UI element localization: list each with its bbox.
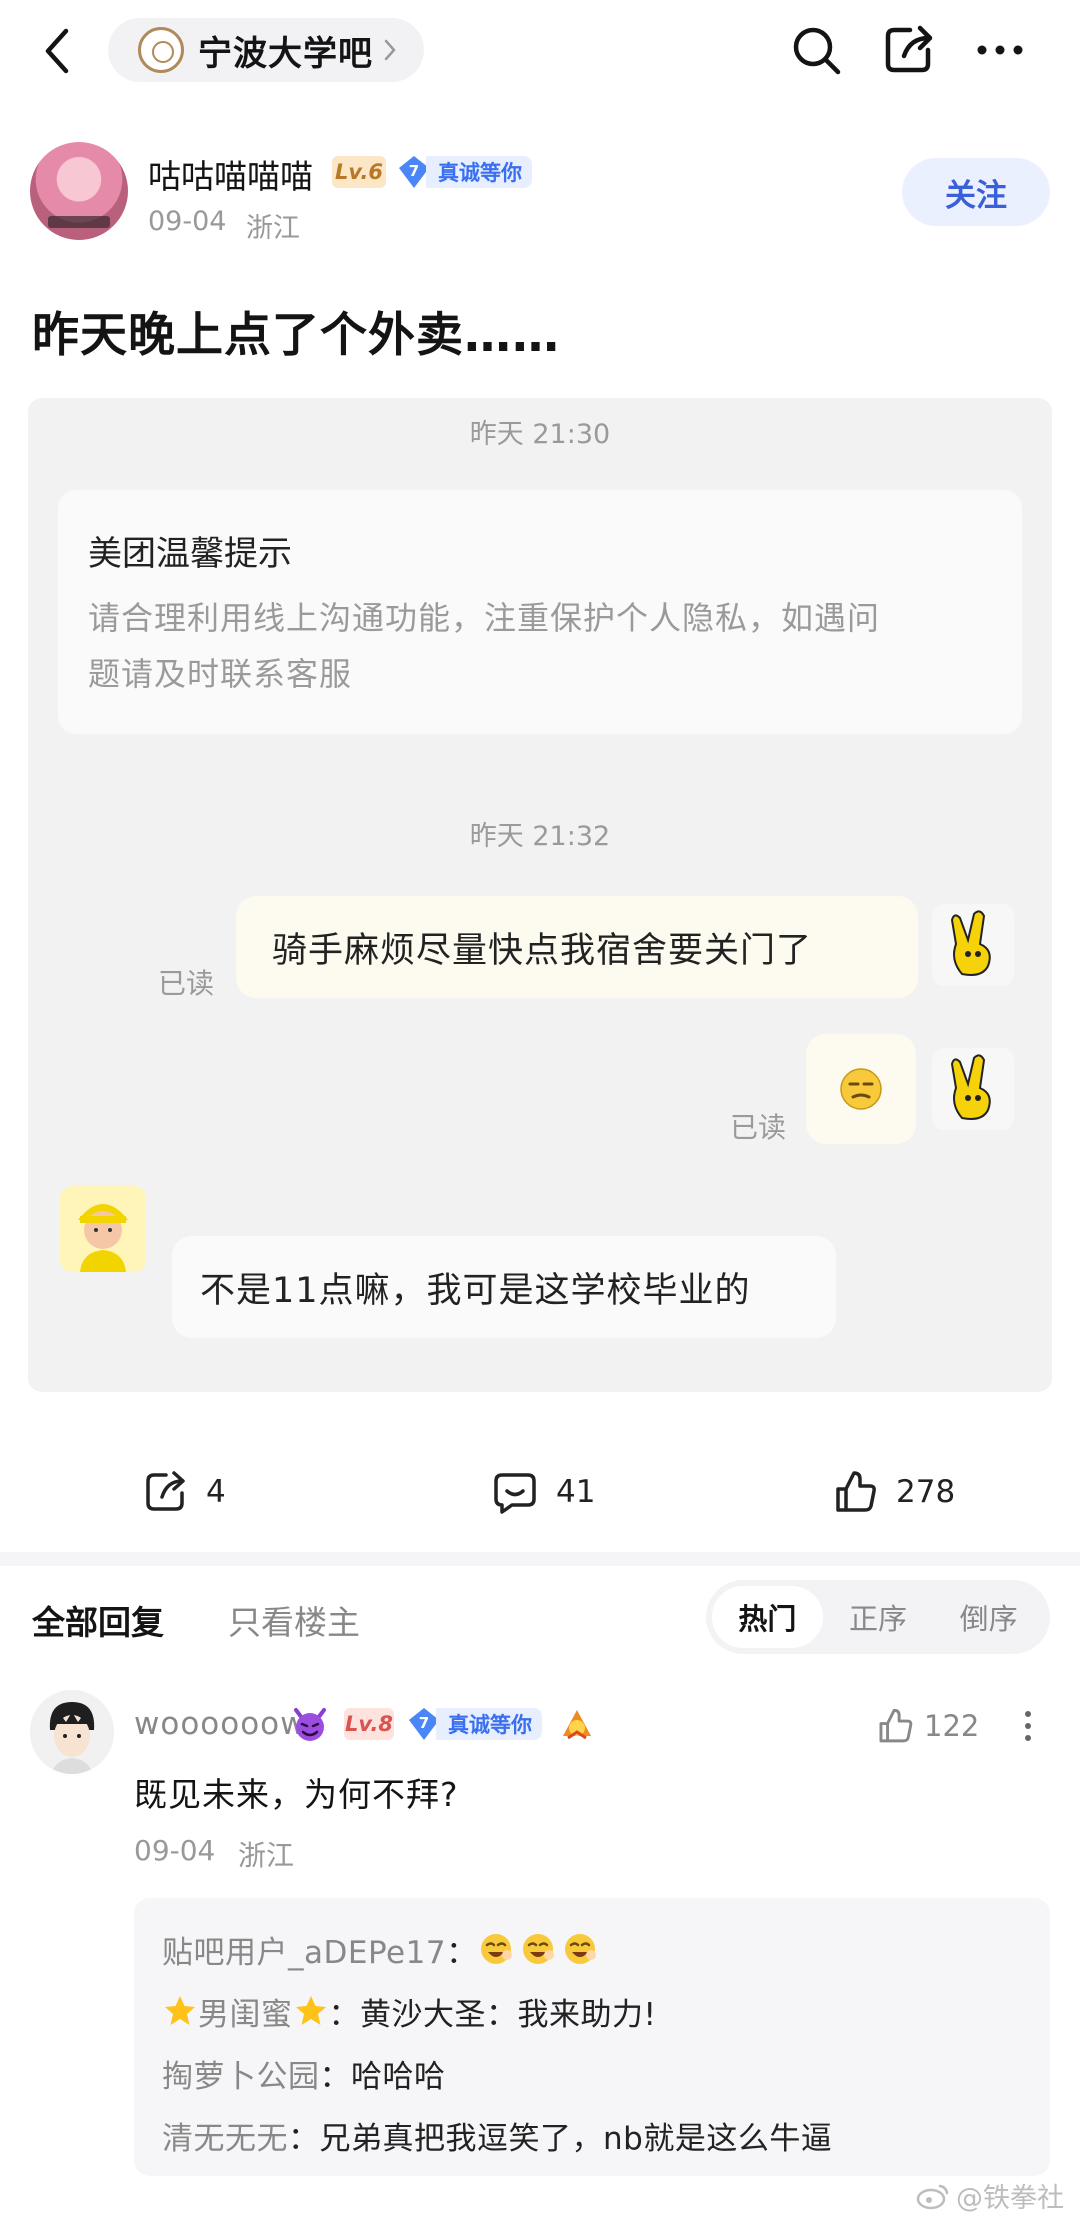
separator: ：: [288, 2120, 320, 2157]
share-icon[interactable]: [880, 22, 936, 78]
search-icon[interactable]: [788, 22, 844, 78]
rider-portrait-icon: [78, 1204, 128, 1272]
thumbs-up-icon: [879, 1708, 913, 1743]
star-icon: [295, 1996, 326, 2025]
devil-emoji-icon: [290, 1704, 330, 1744]
reply-like-count: 122: [924, 1709, 980, 1743]
comment-action[interactable]: 41: [492, 1466, 595, 1518]
back-arrow-icon[interactable]: [38, 25, 78, 77]
post-date: 09-04: [148, 206, 227, 237]
chat-emoji-message: [806, 1034, 916, 1144]
sincerity-badge: 7 真诚等你: [406, 1705, 542, 1743]
laughing-emoji-icon: [522, 1934, 554, 1964]
like-action[interactable]: 278: [832, 1466, 955, 1518]
notice-line: 请合理利用线上沟通功能，注重保护个人隐私，如遇问: [88, 599, 881, 637]
forum-logo-icon: [138, 27, 184, 73]
tab-op-only[interactable]: 只看楼主: [228, 1596, 360, 1644]
anime-avatar-icon: [30, 1690, 114, 1774]
comment-count: 41: [556, 1474, 596, 1510]
sincerity-badge: 7 真诚等你: [396, 153, 532, 191]
separator: ：: [446, 1934, 478, 1971]
sub-reply[interactable]: 掏萝卜公园 ： 哈哈哈: [162, 2048, 446, 2098]
reply-like-button[interactable]: 122: [876, 1704, 979, 1748]
level-badge: Lv.6: [332, 156, 386, 188]
sort-toggle: 热门 正序 倒序: [706, 1580, 1050, 1654]
level-badge: Lv.8: [344, 1708, 394, 1740]
user-avatar: [932, 1048, 1014, 1130]
watermark: @铁拳社: [916, 2176, 1064, 2215]
svg-text:7: 7: [409, 162, 419, 180]
like-count: 278: [896, 1474, 956, 1510]
author-avatar[interactable]: [30, 142, 128, 240]
comment-icon: [494, 1473, 536, 1514]
author-name[interactable]: 咕咕喵喵喵: [148, 150, 313, 198]
sub-reply[interactable]: 清无无无 ： 兄弟真把我逗笑了，nb就是这么牛逼: [162, 2110, 832, 2160]
chat-timestamp: 昨天 21:32: [469, 821, 611, 852]
thumbs-up-icon: [836, 1471, 876, 1512]
hand-gesture-icon: [950, 1054, 991, 1120]
badge-text: 真诚等你: [436, 1708, 542, 1740]
sub-reply-text: 黄沙大圣：我来助力!: [360, 1996, 657, 2033]
share-action[interactable]: 4: [142, 1466, 226, 1518]
sort-descending[interactable]: 倒序: [933, 1586, 1044, 1648]
reply-username[interactable]: woooooow: [134, 1706, 307, 1742]
share-count: 4: [206, 1474, 226, 1510]
chevron-right-icon: [384, 39, 396, 61]
sub-reply[interactable]: 贴吧用户_aDEPe17 ：: [162, 1924, 604, 1974]
laughing-emoji-icon: [564, 1934, 596, 1964]
sort-hot[interactable]: 热门: [712, 1586, 823, 1648]
post-image[interactable]: 昨天 21:30 美团温馨提示 请合理利用线上沟通功能，注重保护个人隐私，如遇问…: [28, 398, 1052, 1392]
medal-icon: [560, 1706, 594, 1742]
separator: ：: [328, 1996, 360, 2033]
reply-avatar[interactable]: [30, 1690, 114, 1774]
notice-line: 题请及时联系客服: [88, 655, 353, 693]
chat-message: 不是11点嘛，我可是这学校毕业的: [172, 1236, 836, 1338]
laughing-emoji-icon: [480, 1934, 512, 1964]
badge-text: 真诚等你: [426, 156, 532, 188]
sub-reply-user[interactable]: 贴吧用户_aDEPe17: [162, 1927, 446, 1972]
separator: ：: [319, 2058, 351, 2095]
watermark-text: @铁拳社: [956, 2183, 1064, 2214]
follow-button[interactable]: 关注: [902, 158, 1050, 226]
user-avatar: [932, 904, 1014, 986]
sort-ascending[interactable]: 正序: [823, 1586, 934, 1648]
notice-title: 美团温馨提示: [88, 534, 292, 574]
reply-date: 09-04: [134, 1834, 216, 1867]
chat-timestamp: 昨天 21:30: [469, 419, 611, 450]
vertical-more-icon[interactable]: [1012, 1706, 1044, 1746]
star-icon: [165, 1996, 195, 2025]
reply-text: 既见未来，为何不拜?: [134, 1775, 459, 1814]
more-options-icon[interactable]: [972, 22, 1028, 78]
section-divider: [0, 1552, 1080, 1566]
tab-all-replies[interactable]: 全部回复: [32, 1596, 164, 1644]
sub-reply[interactable]: 男闺蜜 ： 黄沙大圣：我来助力!: [162, 1986, 656, 2036]
rider-avatar: [60, 1186, 146, 1272]
top-bar: 宁波大学吧: [0, 0, 1080, 105]
share-icon: [146, 1471, 185, 1511]
weibo-logo-icon: [916, 2184, 949, 2209]
post-title: 昨天晚上点了个外卖……: [32, 308, 560, 363]
hand-gesture-icon: [950, 910, 991, 976]
post-location: 浙江: [246, 213, 300, 244]
forum-name: 宁波大学吧: [198, 33, 373, 74]
sub-reply-text: 兄弟真把我逗笑了，nb就是这么牛逼: [319, 2120, 833, 2157]
svg-text:7: 7: [419, 1714, 429, 1732]
notice-body: 请合理利用线上沟通功能，注重保护个人隐私，如遇问 题请及时联系客服: [88, 590, 1018, 702]
sub-reply-user[interactable]: 掏萝卜公园: [162, 2051, 320, 2096]
chat-message: 骑手麻烦尽量快点我宿舍要关门了: [236, 896, 918, 998]
read-status: 已读: [158, 967, 215, 1000]
sub-reply-user[interactable]: 男闺蜜: [198, 1989, 293, 2034]
forum-entry-button[interactable]: 宁波大学吧: [108, 18, 424, 82]
sub-replies[interactable]: 贴吧用户_aDEPe17 ： 男闺蜜 ： 黄沙大圣：我来助力! 掏萝卜公园 ： …: [134, 1898, 1050, 2176]
read-status: 已读: [730, 1111, 787, 1144]
reply-location: 浙江: [238, 1839, 295, 1872]
wry-face-emoji-icon: [840, 1068, 882, 1110]
sub-reply-text: 哈哈哈: [351, 2058, 446, 2095]
sub-reply-user[interactable]: 清无无无: [162, 2113, 288, 2158]
